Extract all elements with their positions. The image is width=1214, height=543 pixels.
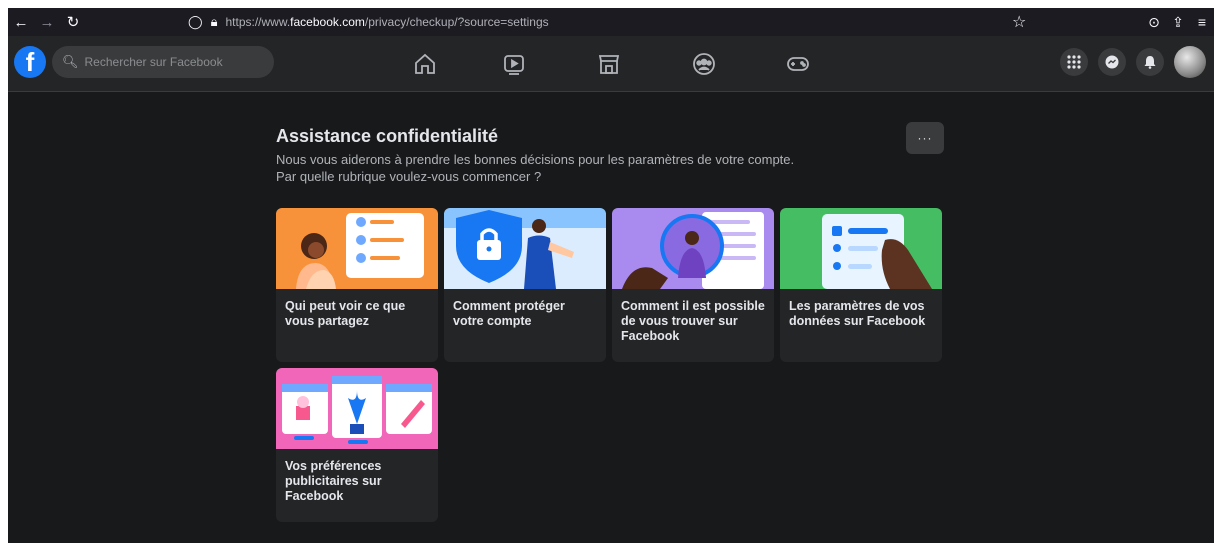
url-bar[interactable]: ◯ 🔒︎ https://www. facebook.com/privacy/ch…	[188, 8, 549, 36]
url-prefix: https://www.	[225, 15, 291, 29]
menu-icon[interactable]: ≡	[1190, 14, 1214, 30]
card-label: Comment protéger votre compte	[453, 299, 565, 328]
video-icon	[504, 55, 524, 75]
security-illustration	[444, 208, 606, 289]
browser-tools: ⊙ ⇪ ≡	[1142, 8, 1214, 36]
home-icon	[415, 53, 435, 74]
page-subtitle: Nous vous aiderons à prendre les bonnes …	[276, 152, 795, 184]
card-label: Comment il est possible de vous trouver …	[621, 299, 765, 343]
pocket-icon[interactable]: ⊙	[1142, 14, 1166, 31]
menu-grid-button[interactable]	[1060, 48, 1088, 76]
browser-toolbar: ← → ↻ ◯ 🔒︎ https://www. facebook.com/priv…	[8, 8, 1214, 36]
reload-icon: ↻	[66, 14, 80, 31]
search-illustration	[612, 208, 774, 289]
card-ad-preferences[interactable]: Vos préférences publicitaires sur Facebo…	[276, 368, 438, 522]
nav-video[interactable]	[494, 46, 534, 82]
groups-icon	[693, 53, 715, 75]
nav-groups[interactable]	[684, 46, 724, 82]
gaming-icon	[787, 57, 809, 71]
messenger-button[interactable]	[1098, 48, 1126, 76]
card-find-you[interactable]: Comment il est possible de vous trouver …	[612, 208, 774, 362]
avatar[interactable]	[1174, 46, 1206, 78]
nav-marketplace[interactable]	[589, 46, 629, 82]
card-label: Vos préférences publicitaires sur Facebo…	[285, 459, 382, 503]
arrow-right-icon: →	[39, 13, 55, 31]
search-icon: 🔍︎	[62, 54, 79, 69]
search-box[interactable]: 🔍︎	[52, 46, 274, 78]
back-button[interactable]: ←	[8, 8, 34, 36]
url-host: facebook.com	[290, 15, 365, 29]
card-label: Les paramètres de vos données sur Facebo…	[789, 299, 926, 328]
page-title: Assistance confidentialité	[276, 126, 499, 146]
nav-gaming[interactable]	[778, 46, 818, 82]
bookmark-star-icon[interactable]: ☆	[1012, 12, 1026, 32]
card-who-can-see[interactable]: Qui peut voir ce que vous partagez	[276, 208, 438, 362]
facebook-logo[interactable]: f	[14, 46, 46, 78]
shield-icon: ◯	[188, 14, 203, 29]
audience-illustration	[276, 208, 438, 289]
messenger-icon	[1105, 55, 1119, 69]
notifications-button[interactable]	[1136, 48, 1164, 76]
nav-home[interactable]	[405, 46, 445, 82]
arrow-left-icon: ←	[13, 13, 29, 31]
more-options-button[interactable]: ···	[906, 122, 944, 154]
facebook-header: f 🔍︎	[8, 36, 1214, 92]
card-label: Qui peut voir ce que vous partagez	[285, 299, 406, 328]
search-input[interactable]	[84, 55, 265, 69]
lock-icon: 🔒︎	[210, 14, 218, 29]
data-settings-illustration	[780, 208, 942, 289]
forward-button[interactable]: →	[34, 8, 60, 36]
bell-icon	[1144, 56, 1156, 69]
card-data-settings[interactable]: Les paramètres de vos données sur Facebo…	[780, 208, 942, 362]
grid-icon	[1067, 55, 1081, 69]
browser-window: ← → ↻ ◯ 🔒︎ https://www. facebook.com/priv…	[8, 8, 1214, 543]
reload-button[interactable]: ↻	[60, 8, 86, 36]
marketplace-icon	[598, 55, 620, 74]
card-protect-account[interactable]: Comment protéger votre compte	[444, 208, 606, 362]
url-path: /privacy/checkup/?source=settings	[364, 15, 549, 29]
ads-illustration	[276, 368, 438, 449]
extensions-icon[interactable]: ⇪	[1166, 14, 1190, 31]
